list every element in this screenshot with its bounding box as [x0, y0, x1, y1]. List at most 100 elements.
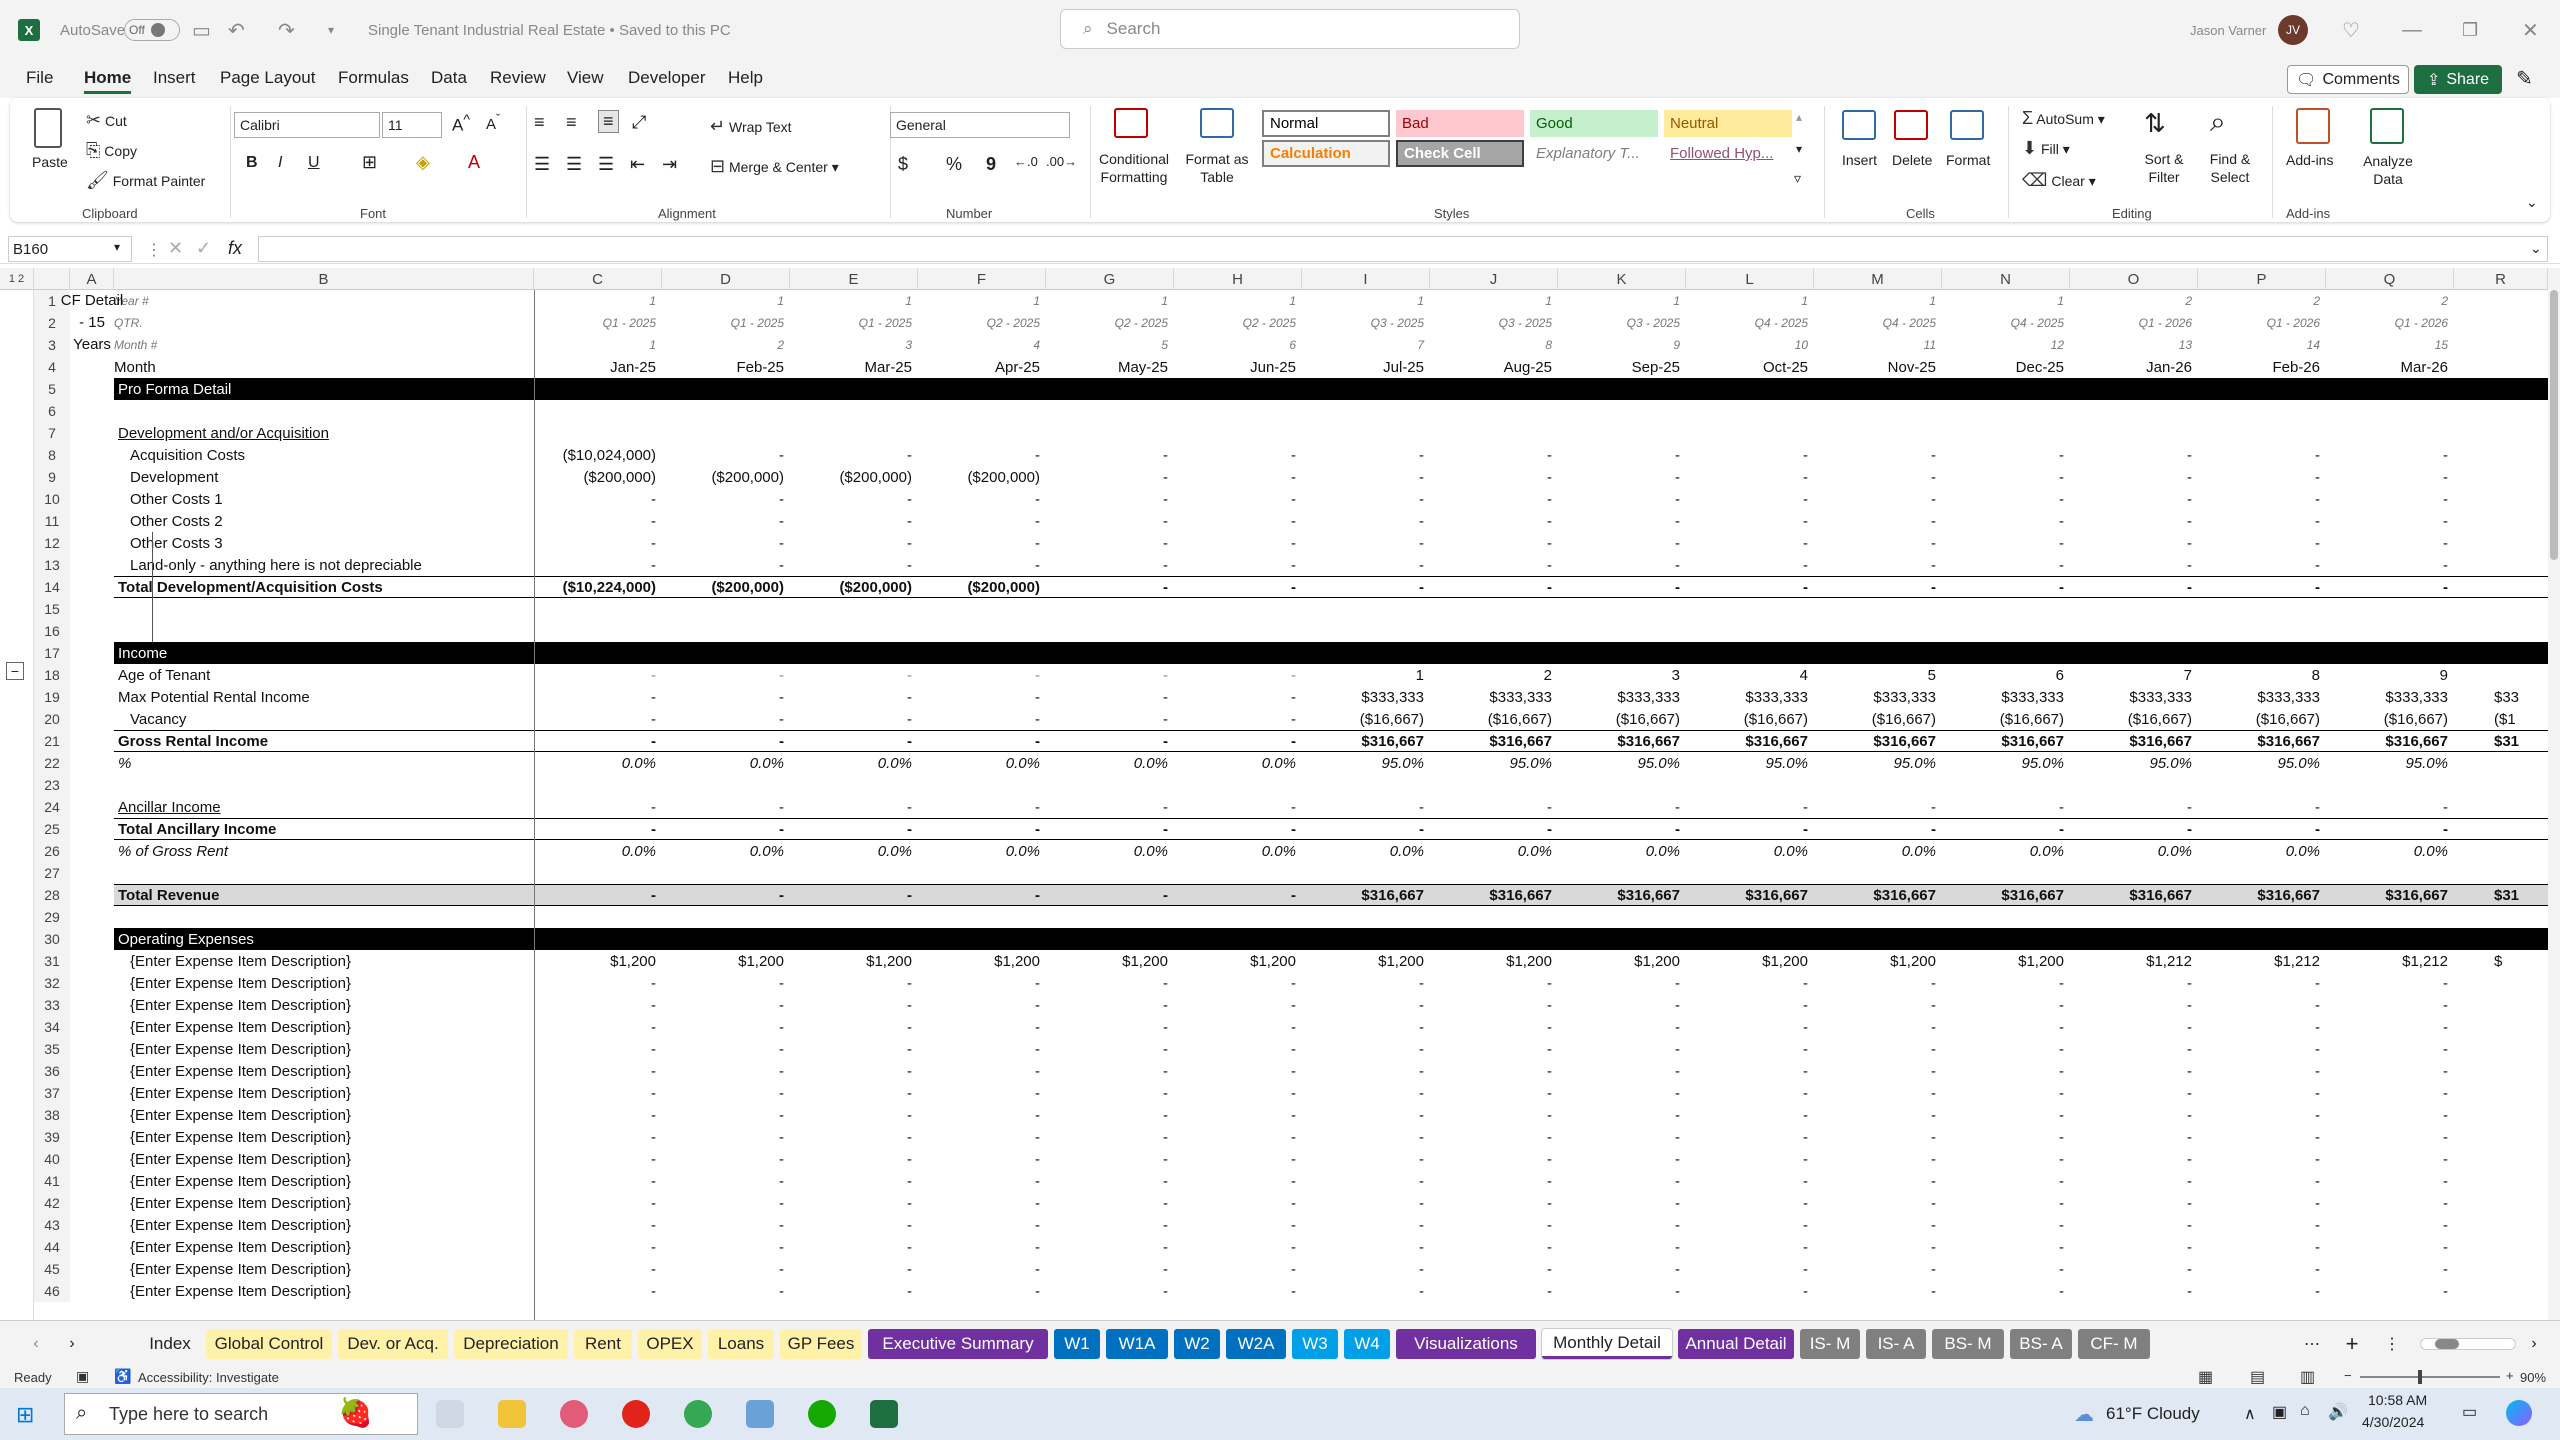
underline-button[interactable]: U — [308, 154, 320, 172]
cell-q[interactable]: - — [2326, 1192, 2454, 1214]
cell-i[interactable]: - — [1302, 444, 1430, 466]
cell-f[interactable]: - — [918, 554, 1046, 576]
cell-o[interactable]: - — [2070, 972, 2198, 994]
cell-m[interactable]: 11 — [1814, 334, 1942, 356]
cell-k[interactable]: - — [1558, 1060, 1686, 1082]
cell-c[interactable]: 0.0% — [534, 752, 662, 774]
analyze-data-icon[interactable] — [2370, 108, 2404, 144]
cell-b[interactable]: {Enter Expense Item Description} — [114, 1060, 534, 1082]
cell-i[interactable]: $316,667 — [1302, 730, 1430, 752]
cell-l[interactable]: - — [1686, 994, 1814, 1016]
row-header[interactable]: 43 — [34, 1214, 70, 1236]
app-icon[interactable] — [746, 1400, 774, 1428]
cell-h[interactable]: 0.0% — [1174, 752, 1302, 774]
cell-f[interactable]: - — [918, 510, 1046, 532]
copy-button[interactable]: ⎘ Copy — [86, 140, 137, 161]
cell-j[interactable]: $1,200 — [1430, 950, 1558, 972]
minimize-icon[interactable]: — — [2402, 0, 2422, 60]
cell-l[interactable]: - — [1686, 1016, 1814, 1038]
row-header[interactable]: 7 — [34, 422, 70, 444]
row-header[interactable]: 44 — [34, 1236, 70, 1258]
cell-m[interactable]: - — [1814, 1082, 1942, 1104]
row-header[interactable]: 45 — [34, 1258, 70, 1280]
cell-p[interactable]: Feb-26 — [2198, 356, 2326, 378]
cell-d[interactable]: - — [662, 1280, 790, 1302]
wrap-text-button[interactable]: ↵ Wrap Text — [710, 116, 792, 137]
cell-m[interactable]: - — [1814, 1016, 1942, 1038]
sheet-tab-global-control[interactable]: Global Control — [206, 1329, 332, 1359]
cell-e[interactable]: 0.0% — [790, 752, 918, 774]
cell-j[interactable]: Q3 - 2025 — [1430, 312, 1558, 334]
column-header-h[interactable]: H — [1174, 268, 1302, 290]
cell-i[interactable]: - — [1302, 576, 1430, 598]
format-cells-button[interactable]: Format — [1946, 152, 1990, 168]
cell-b[interactable]: Acquisition Costs — [114, 444, 534, 466]
cell-k[interactable]: $316,667 — [1558, 884, 1686, 906]
cell-c[interactable]: - — [534, 1148, 662, 1170]
cell-k[interactable]: - — [1558, 1126, 1686, 1148]
cell-o[interactable]: Q1 - 2026 — [2070, 312, 2198, 334]
cell-c[interactable]: - — [534, 1236, 662, 1258]
cell-j[interactable]: - — [1430, 576, 1558, 598]
cell-b[interactable]: Age of Tenant — [114, 664, 534, 686]
style-neutral[interactable]: Neutral — [1664, 110, 1792, 137]
cell-k[interactable]: - — [1558, 1214, 1686, 1236]
cell-j[interactable]: 8 — [1430, 334, 1558, 356]
cell-n[interactable]: - — [1942, 1214, 2070, 1236]
cell-b[interactable]: Development — [114, 466, 534, 488]
cell-e[interactable]: ($200,000) — [790, 576, 918, 598]
cell-e[interactable]: - — [790, 972, 918, 994]
cell-q[interactable]: ($16,667) — [2326, 708, 2454, 730]
cell-h[interactable]: - — [1174, 1192, 1302, 1214]
cell-q[interactable]: - — [2326, 1148, 2454, 1170]
cell-g[interactable]: - — [1046, 466, 1174, 488]
cell-j[interactable]: - — [1430, 1170, 1558, 1192]
cell-h[interactable]: - — [1174, 532, 1302, 554]
cell-h[interactable]: - — [1174, 1280, 1302, 1302]
column-header-i[interactable]: I — [1302, 268, 1430, 290]
cell-m[interactable]: - — [1814, 972, 1942, 994]
cell-d[interactable]: - — [662, 972, 790, 994]
conditional-formatting-button[interactable]: Conditional Formatting — [1096, 150, 1172, 186]
cell-l[interactable]: 1 — [1686, 290, 1814, 312]
styles-scroll-down-icon[interactable]: ▾ — [1796, 142, 1802, 156]
cell-f[interactable]: - — [918, 884, 1046, 906]
save-icon[interactable]: ▭ — [192, 0, 211, 60]
font-color-icon[interactable]: A — [468, 152, 480, 173]
cell-j[interactable]: - — [1430, 466, 1558, 488]
cell-g[interactable]: - — [1046, 818, 1174, 840]
cell-m[interactable]: - — [1814, 1236, 1942, 1258]
cell-b[interactable]: Month # — [114, 334, 534, 356]
row-header[interactable]: 5 — [34, 378, 70, 400]
cell-c[interactable]: 0.0% — [534, 840, 662, 862]
row-header[interactable]: 3 — [34, 334, 70, 356]
cell-l[interactable]: - — [1686, 1104, 1814, 1126]
cell-q[interactable]: - — [2326, 1280, 2454, 1302]
column-header-l[interactable]: L — [1686, 268, 1814, 290]
sheet-tab-visualizations[interactable]: Visualizations — [1396, 1329, 1536, 1359]
cell-o[interactable]: - — [2070, 1060, 2198, 1082]
increase-font-icon[interactable]: A^ — [452, 112, 470, 136]
cell-f[interactable]: - — [918, 1192, 1046, 1214]
cell-q[interactable]: - — [2326, 1170, 2454, 1192]
cell-c[interactable]: - — [534, 818, 662, 840]
cell-e[interactable]: - — [790, 708, 918, 730]
sheet-tab-is-a[interactable]: IS- A — [1866, 1329, 1926, 1359]
cell-f[interactable]: - — [918, 1280, 1046, 1302]
cell-k[interactable]: - — [1558, 994, 1686, 1016]
cell-k[interactable]: - — [1558, 532, 1686, 554]
cell-d[interactable]: 0.0% — [662, 840, 790, 862]
ribbon-display-icon[interactable]: ✎ — [2516, 66, 2533, 91]
cell-e[interactable]: - — [790, 1148, 918, 1170]
cell-m[interactable]: - — [1814, 1280, 1942, 1302]
cell-f[interactable]: Q2 - 2025 — [918, 312, 1046, 334]
sheet-tab-w1[interactable]: W1 — [1054, 1329, 1100, 1359]
zoom-out-icon[interactable]: − — [2344, 1368, 2352, 1383]
cell-f[interactable]: ($200,000) — [918, 466, 1046, 488]
cell-d[interactable]: - — [662, 796, 790, 818]
cell-p[interactable]: - — [2198, 554, 2326, 576]
task-view-icon[interactable] — [436, 1400, 464, 1428]
cell-l[interactable]: - — [1686, 488, 1814, 510]
cell-f[interactable]: - — [918, 488, 1046, 510]
cell-b[interactable]: % of Gross Rent — [114, 840, 534, 862]
